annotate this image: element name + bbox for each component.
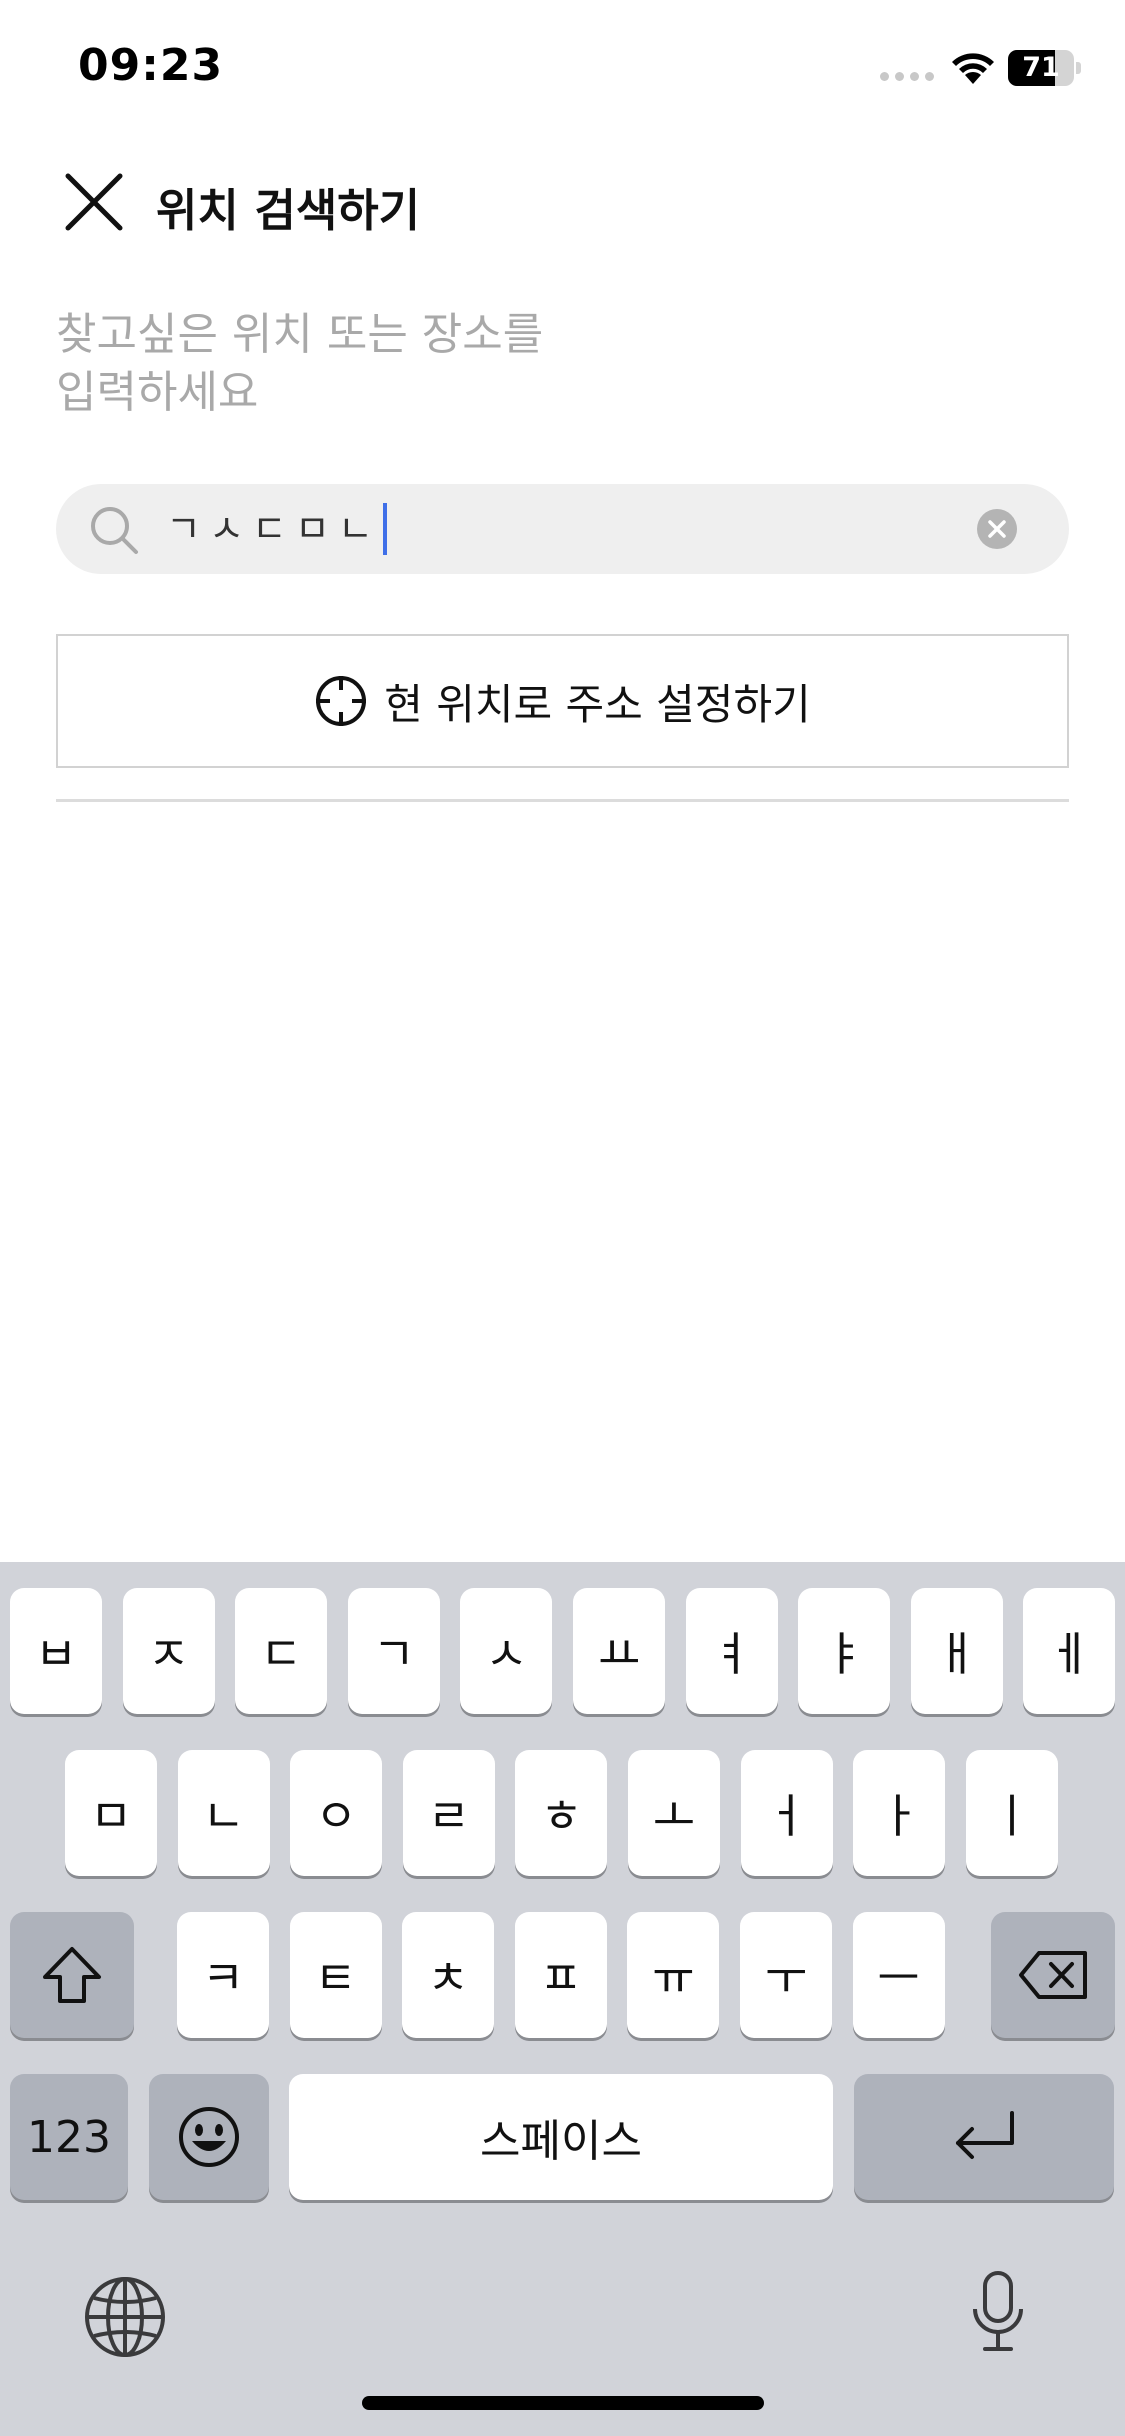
key-label: ㅍ	[539, 1951, 582, 2005]
key-row1-7[interactable]: ㅕ	[685, 1588, 778, 1714]
home-indicator[interactable]	[362, 2396, 764, 2410]
key-row2-4[interactable]: ㄹ	[402, 1750, 495, 1876]
search-input[interactable]: ㄱㅅㄷㅁㄴ	[166, 502, 387, 555]
cellular-signal-icon	[880, 72, 934, 81]
key-label: ㅣ	[990, 1789, 1033, 1843]
key-label: ㅌ	[314, 1951, 357, 2005]
key-row2-3[interactable]: ㅇ	[290, 1750, 383, 1876]
key-row1-4[interactable]: ㄱ	[347, 1588, 440, 1714]
key-label: ㄴ	[202, 1789, 245, 1843]
key-label: ㅠ	[652, 1951, 695, 2005]
key-label: ㅐ	[935, 1627, 978, 1681]
key-row1-3[interactable]: ㄷ	[235, 1588, 328, 1714]
space-key[interactable]: 스페이스	[289, 2074, 833, 2200]
key-row3-6[interactable]: ㅜ	[740, 1912, 832, 2038]
key-label: ㅈ	[147, 1627, 190, 1681]
key-label: ㅔ	[1048, 1627, 1091, 1681]
key-label: ㅎ	[540, 1789, 583, 1843]
keyboard: ㅂ ㅈ ㄷ ㄱ ㅅ ㅛ ㅕ ㅑ ㅐ ㅔ ㅁ ㄴ ㅇ ㄹ ㅎ ㅗ ㅓ ㅏ ㅣ ㅋ ㅌ ㅊ ㅍ ㅠ ㅜ ㅡ 123 스페이스	[0, 1562, 1125, 2436]
search-icon	[91, 507, 138, 554]
key-row2-2[interactable]: ㄴ	[177, 1750, 270, 1876]
key-row1-2[interactable]: ㅈ	[122, 1588, 215, 1714]
search-box[interactable]: ㄱㅅㄷㅁㄴ	[56, 484, 1069, 574]
numbers-key[interactable]: 123	[10, 2074, 128, 2200]
page-title: 위치 검색하기	[156, 184, 421, 237]
key-label: ㅜ	[764, 1951, 808, 2005]
key-row2-5[interactable]: ㅎ	[515, 1750, 608, 1876]
key-label: ㅇ	[315, 1789, 358, 1843]
instruction-text: 찾고싶은 위치 또는 장소를 입력하세요	[56, 306, 756, 422]
microphone-icon[interactable]	[953, 2267, 1043, 2357]
key-label: ㅊ	[427, 1951, 470, 2005]
shift-key[interactable]	[10, 1912, 134, 2038]
delete-icon	[1019, 1951, 1087, 1999]
delete-key[interactable]	[991, 1912, 1115, 2038]
key-label: ㅕ	[710, 1627, 753, 1681]
key-label: ㅗ	[652, 1789, 696, 1843]
key-row3-1[interactable]: ㅋ	[177, 1912, 269, 2038]
key-row2-9[interactable]: ㅣ	[965, 1750, 1058, 1876]
key-row3-5[interactable]: ㅠ	[627, 1912, 720, 2038]
key-label: ㅋ	[201, 1951, 245, 2005]
key-label: ㅏ	[878, 1789, 921, 1843]
current-location-button[interactable]: 현 위치로 주소 설정하기	[56, 634, 1069, 768]
space-key-label: 스페이스	[480, 2116, 642, 2167]
header: 위치 검색하기	[0, 160, 1125, 244]
key-row1-8[interactable]: ㅑ	[798, 1588, 891, 1714]
instruction-line-1: 찾고싶은 위치 또는 장소를	[56, 309, 544, 360]
status-bar: 09:23 71	[0, 0, 1125, 140]
close-icon	[65, 173, 123, 231]
globe-icon[interactable]	[80, 2272, 170, 2362]
key-label: ㄹ	[427, 1789, 470, 1843]
clear-button[interactable]	[976, 508, 1018, 550]
key-row1-1[interactable]: ㅂ	[10, 1588, 102, 1714]
shift-icon	[43, 1947, 101, 2003]
status-time: 09:23	[78, 40, 224, 91]
key-label: ㅑ	[823, 1627, 866, 1681]
search-input-value: ㄱㅅㄷㅁㄴ	[166, 507, 381, 551]
key-label: ㅂ	[34, 1627, 78, 1681]
battery-percent: 71	[1022, 52, 1060, 83]
key-label: ㄱ	[372, 1627, 415, 1681]
key-label: ㅁ	[89, 1789, 133, 1843]
key-row2-1[interactable]: ㅁ	[65, 1750, 157, 1876]
key-row1-6[interactable]: ㅛ	[573, 1588, 665, 1714]
key-label: ㅛ	[597, 1627, 641, 1681]
key-row1-9[interactable]: ㅐ	[910, 1588, 1003, 1714]
numbers-key-label: 123	[27, 2111, 111, 2163]
key-label: ㄷ	[260, 1627, 303, 1681]
current-location-label: 현 위치로 주소 설정하기	[384, 679, 811, 729]
key-row3-7[interactable]: ㅡ	[852, 1912, 945, 2038]
key-row2-7[interactable]: ㅓ	[740, 1750, 833, 1876]
emoji-icon	[179, 2107, 239, 2167]
key-label: ㅡ	[877, 1951, 920, 2005]
key-row3-4[interactable]: ㅍ	[514, 1912, 607, 2038]
key-label: ㅅ	[485, 1627, 528, 1681]
wifi-icon	[952, 53, 994, 84]
key-row1-10[interactable]: ㅔ	[1023, 1588, 1116, 1714]
close-button[interactable]	[52, 160, 136, 244]
return-icon	[956, 2111, 1014, 2159]
key-row2-6[interactable]: ㅗ	[628, 1750, 720, 1876]
divider	[56, 799, 1069, 802]
crosshair-icon	[316, 676, 367, 726]
key-row3-3[interactable]: ㅊ	[402, 1912, 495, 2038]
return-key[interactable]	[854, 2074, 1114, 2200]
key-row1-5[interactable]: ㅅ	[460, 1588, 553, 1714]
emoji-key[interactable]	[149, 2074, 269, 2200]
key-label: ㅓ	[765, 1789, 808, 1843]
battery-icon: 71	[1008, 50, 1081, 86]
key-row2-8[interactable]: ㅏ	[853, 1750, 946, 1876]
instruction-line-2: 입력하세요	[56, 367, 259, 418]
text-caret	[382, 502, 387, 555]
key-row3-2[interactable]: ㅌ	[289, 1912, 382, 2038]
